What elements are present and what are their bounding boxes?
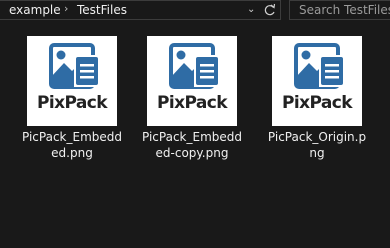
file-grid: PixPack PicPack_Embedd ed.png PixPack Pi… xyxy=(0,21,390,223)
file-item[interactable]: PixPack PicPack_Origin.p ng xyxy=(266,36,378,186)
address-bar: example › TestFiles ⌄ xyxy=(0,0,390,21)
breadcrumb-item-testfiles[interactable]: TestFiles xyxy=(77,3,127,17)
breadcrumb-item-example[interactable]: example xyxy=(9,3,61,17)
image-file-icon xyxy=(294,43,345,89)
thumbnail-logo-text: PixPack xyxy=(37,93,108,113)
chevron-down-icon[interactable]: ⌄ xyxy=(247,2,259,18)
image-file-icon xyxy=(49,43,100,89)
image-file-icon xyxy=(169,43,220,89)
chevron-right-icon: › xyxy=(64,2,69,15)
thumbnail-logo-text: PixPack xyxy=(157,93,228,113)
status-bar xyxy=(0,223,390,248)
file-thumbnail[interactable]: PixPack xyxy=(27,36,117,126)
file-thumbnail[interactable]: PixPack xyxy=(147,36,237,126)
file-name: PicPack_Embedd ed.png xyxy=(21,130,122,160)
refresh-icon[interactable] xyxy=(263,2,277,18)
thumbnail-logo-text: PixPack xyxy=(282,93,353,113)
search-input[interactable] xyxy=(290,1,390,19)
file-name: PicPack_Origin.p ng xyxy=(267,130,367,160)
file-name: PicPack_Embedd ed-copy.png xyxy=(141,130,242,160)
breadcrumb[interactable]: example › TestFiles ⌄ xyxy=(0,0,281,20)
search-box[interactable] xyxy=(289,0,390,20)
file-item[interactable]: PixPack PicPack_Embedd ed-copy.png xyxy=(141,36,253,186)
file-item[interactable]: PixPack PicPack_Embedd ed.png xyxy=(21,36,133,186)
file-thumbnail[interactable]: PixPack xyxy=(272,36,362,126)
